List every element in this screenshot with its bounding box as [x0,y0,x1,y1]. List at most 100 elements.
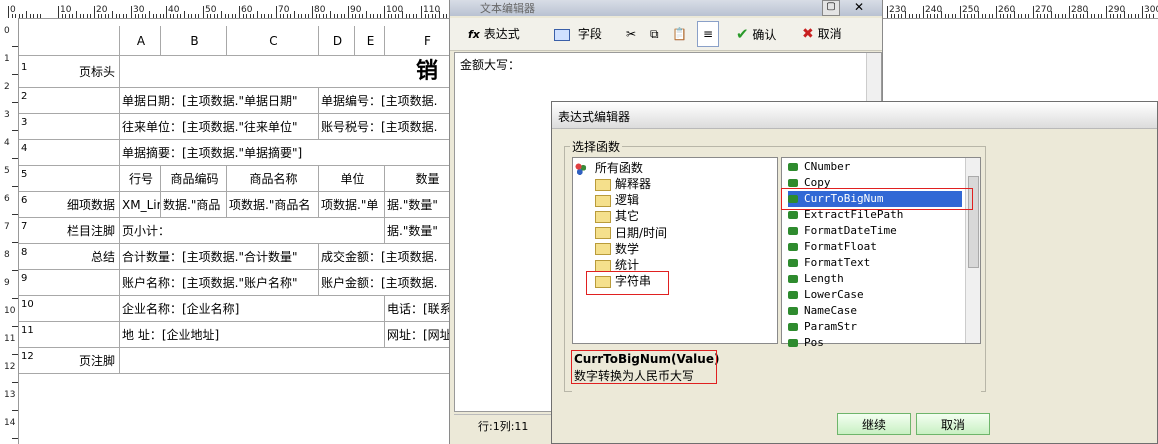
grid-cell[interactable]: 成交金额：[主项数据. [319,244,469,270]
grid-cell[interactable]: 账户名称：[主项数据."账户名称" [120,270,319,296]
tree-item[interactable]: 日期/时间 [595,225,667,241]
function-item[interactable]: ParamStr [788,319,857,335]
function-item[interactable]: FormatDateTime [788,223,897,239]
report-title[interactable]: 销 [120,56,469,88]
row-header[interactable]: 5 [19,166,120,192]
field-button[interactable]: 字段 [554,24,602,44]
function-item[interactable]: FormatText [788,255,870,271]
ruler-minor-tick [988,14,990,18]
report-grid[interactable]: A B C D E F 1 页标头 2 3 4 5 6 细项数据 7 栏目注脚 8 总结 9 10 11 12 页注脚销单据… [19,26,469,444]
column-header[interactable]: A [120,26,161,56]
row-header[interactable]: 12 页注脚 [19,348,120,374]
row-header[interactable]: 11 [19,322,120,348]
ruler-label: 0 [4,26,10,36]
tree-item[interactable]: 数学 [595,241,639,257]
paste-icon[interactable]: 📋 [672,24,687,44]
grid-cell[interactable]: XM_Lir [120,192,161,218]
text-editor-titlebar[interactable]: 文本编辑器 ▢ ✕ [450,0,882,16]
grid-cell[interactable]: 账户金额：[主项数据. [319,270,469,296]
column-header[interactable]: D [319,26,355,56]
grid-cell[interactable]: 项数据."商品名 [227,192,319,218]
ruler-minor-tick [138,14,140,18]
column-header[interactable]: E [355,26,385,56]
grid-cell[interactable]: 商品名称 [227,166,319,192]
grid-cell[interactable]: 数据."商品 [161,192,227,218]
grid-cell[interactable]: 单据日期：[主项数据."单据日期" [120,88,319,114]
expr-cancel-button[interactable]: 取消 [916,413,990,435]
function-item[interactable]: Pos [788,335,824,351]
ruler-minor-tick [1097,14,1099,18]
grid-cell[interactable] [120,348,469,374]
copy-icon[interactable]: ⧉ [650,24,659,44]
tree-root[interactable]: 所有函数 [575,160,643,176]
column-header[interactable]: C [227,26,319,56]
close-button[interactable]: ✕ [850,0,868,14]
function-item[interactable]: NameCase [788,303,857,319]
ruler-minor-tick [330,11,331,18]
ruler-minor-tick [1124,11,1125,18]
function-item[interactable]: FormatFloat [788,239,877,255]
row-header[interactable]: 9 [19,270,120,296]
row-header[interactable]: 10 [19,296,120,322]
cut-icon[interactable]: ✂ [626,24,636,44]
ruler-tick [12,270,18,271]
grid-cell[interactable]: 单位 [319,166,385,192]
function-list[interactable]: CNumber Copy CurrToBigNum ExtractFilePath Fo… [781,157,981,349]
function-icon [788,227,798,235]
ruler-minor-tick [890,14,892,18]
ruler-minor-tick [210,14,212,18]
function-item[interactable]: CNumber [788,159,850,175]
row-header[interactable]: 8 总结 [19,244,120,270]
row-header[interactable]: 2 [19,88,120,114]
confirm-button[interactable]: ✔ 确认 [736,24,776,44]
tree-item[interactable]: 其它 [595,208,639,224]
fx-icon: fx [468,28,480,41]
function-item[interactable]: LowerCase [788,287,864,303]
expression-editor-titlebar[interactable]: 表达式编辑器 [552,102,1157,129]
row-header[interactable]: 3 [19,114,120,140]
tree-item[interactable]: 逻辑 [595,192,639,208]
row-header[interactable]: 1 页标头 [19,56,120,88]
grid-cell[interactable]: 项数据."单 [319,192,385,218]
grid-cell[interactable]: 合计数量：[主项数据."合计数量" [120,244,319,270]
ruler-minor-tick [369,14,371,18]
tree-item[interactable]: 解释器 [595,176,651,192]
function-icon [788,179,798,187]
grid-cell[interactable]: 单据编号：[主项数据. [319,88,469,114]
continue-button[interactable]: 继续 [837,413,911,435]
ruler-minor-tick [1043,14,1045,18]
grid-cell[interactable]: 往来单位：[主项数据."往来单位" [120,114,319,140]
grid-cell[interactable]: 企业名称：[企业名称] [120,296,385,322]
function-category-tree[interactable]: 所有函数 解释器 逻辑 其它 日期/时间 数学 统计 字符串 [572,157,778,344]
row-header[interactable]: 6 细项数据 [19,192,120,218]
tree-item-label: 解释器 [615,177,652,191]
grid-cell[interactable]: 账号税号：[主项数据. [319,114,469,140]
ruler-minor-tick [402,11,403,18]
grid-cell[interactable]: 商品编码 [161,166,227,192]
ruler-tick [12,186,18,187]
expression-button[interactable]: fx 表达式 [468,24,520,44]
function-item-label: FormatDateTime [804,224,897,237]
function-list-scrollbar[interactable] [965,158,980,343]
row-header[interactable]: 7 栏目注脚 [19,218,120,244]
text-cancel-button[interactable]: ✖ 取消 [802,24,842,44]
row-header[interactable]: 4 [19,140,120,166]
row-number: 2 [21,91,28,102]
align-icon[interactable]: ≡ [697,21,719,47]
grid-corner[interactable] [19,26,120,56]
function-item[interactable]: Length [788,271,844,287]
ruler-minor-tick [194,14,196,18]
minimize-button[interactable]: ▢ [822,0,840,16]
grid-cell[interactable]: 单据摘要：[主项数据."单据摘要"] [120,140,469,166]
ruler-label: 14 [4,418,16,428]
ruler-tick [8,6,9,18]
tree-root-label: 所有函数 [594,161,643,175]
ruler-minor-tick [1090,14,1092,18]
ruler-label: 12 [4,362,16,372]
grid-cell[interactable]: 行号 [120,166,161,192]
grid-cell[interactable]: 页小计： [120,218,385,244]
ruler-minor-tick [141,14,143,18]
grid-cell[interactable]: 地 址：[企业地址] [120,322,385,348]
ruler-minor-tick [228,14,230,18]
column-header[interactable]: B [161,26,227,56]
